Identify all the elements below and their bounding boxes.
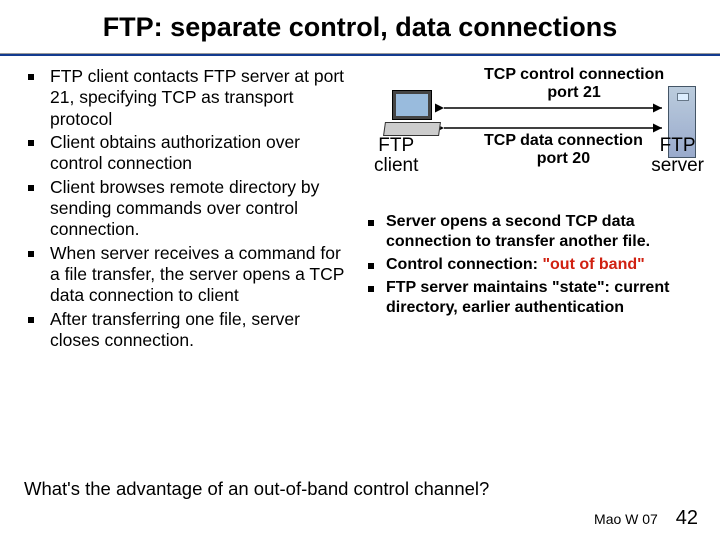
square-bullet-icon <box>368 220 374 226</box>
label-text: server <box>651 155 704 176</box>
square-bullet-icon <box>28 140 34 146</box>
page-number: 42 <box>676 507 698 529</box>
bullet-text: FTP server maintains "state": current di… <box>386 278 706 318</box>
square-bullet-icon <box>368 263 374 269</box>
footer-source: Mao W 07 <box>594 511 658 527</box>
page-title: FTP: separate control, data connections <box>0 0 720 53</box>
control-conn-label: TCP control connection port 21 <box>484 66 664 101</box>
label-text: FTP <box>660 135 696 156</box>
label-text: TCP data connection <box>484 132 643 149</box>
label-text: FTP <box>378 135 414 156</box>
bullet-text: After transferring one file, server clos… <box>50 309 352 352</box>
bullet-text: Client obtains authorization over contro… <box>50 132 352 175</box>
client-label: FTP client <box>374 136 418 176</box>
bullet-text: Server opens a second TCP data connectio… <box>386 212 706 252</box>
square-bullet-icon <box>28 185 34 191</box>
left-column: FTP client contacts FTP server at port 2… <box>28 66 358 353</box>
list-item: Client browses remote directory by sendi… <box>28 177 352 241</box>
square-bullet-icon <box>28 251 34 257</box>
ftp-diagram: TCP control connection port 21 TCP data … <box>364 66 706 206</box>
label-text: port 20 <box>537 150 590 167</box>
label-text: port 21 <box>547 84 600 101</box>
label-text: client <box>374 155 418 176</box>
list-item: After transferring one file, server clos… <box>28 309 352 352</box>
question-text: What's the advantage of an out-of-band c… <box>24 478 489 500</box>
left-bullet-list: FTP client contacts FTP server at port 2… <box>28 66 352 351</box>
list-item: When server receives a command for a fil… <box>28 243 352 307</box>
bullet-text: FTP client contacts FTP server at port 2… <box>50 66 352 130</box>
bullet-text: Control connection: "out of band" <box>386 255 645 275</box>
list-item: Client obtains authorization over contro… <box>28 132 352 175</box>
square-bullet-icon <box>368 286 374 292</box>
right-column: TCP control connection port 21 TCP data … <box>358 66 706 353</box>
data-conn-label: TCP data connection port 20 <box>484 132 643 167</box>
bullet-text: When server receives a command for a fil… <box>50 243 352 307</box>
list-item: Control connection: "out of band" <box>368 255 706 275</box>
list-item: FTP server maintains "state": current di… <box>368 278 706 318</box>
square-bullet-icon <box>28 74 34 80</box>
content-area: FTP client contacts FTP server at port 2… <box>0 56 720 353</box>
bullet-text: Client browses remote directory by sendi… <box>50 177 352 241</box>
list-item: Server opens a second TCP data connectio… <box>368 212 706 252</box>
server-label: FTP server <box>651 136 704 176</box>
footer: Mao W 07 42 <box>594 507 698 530</box>
square-bullet-icon <box>28 317 34 323</box>
list-item: FTP client contacts FTP server at port 2… <box>28 66 352 130</box>
label-text: TCP control connection <box>484 66 664 83</box>
right-bullet-list: Server opens a second TCP data connectio… <box>364 212 706 318</box>
